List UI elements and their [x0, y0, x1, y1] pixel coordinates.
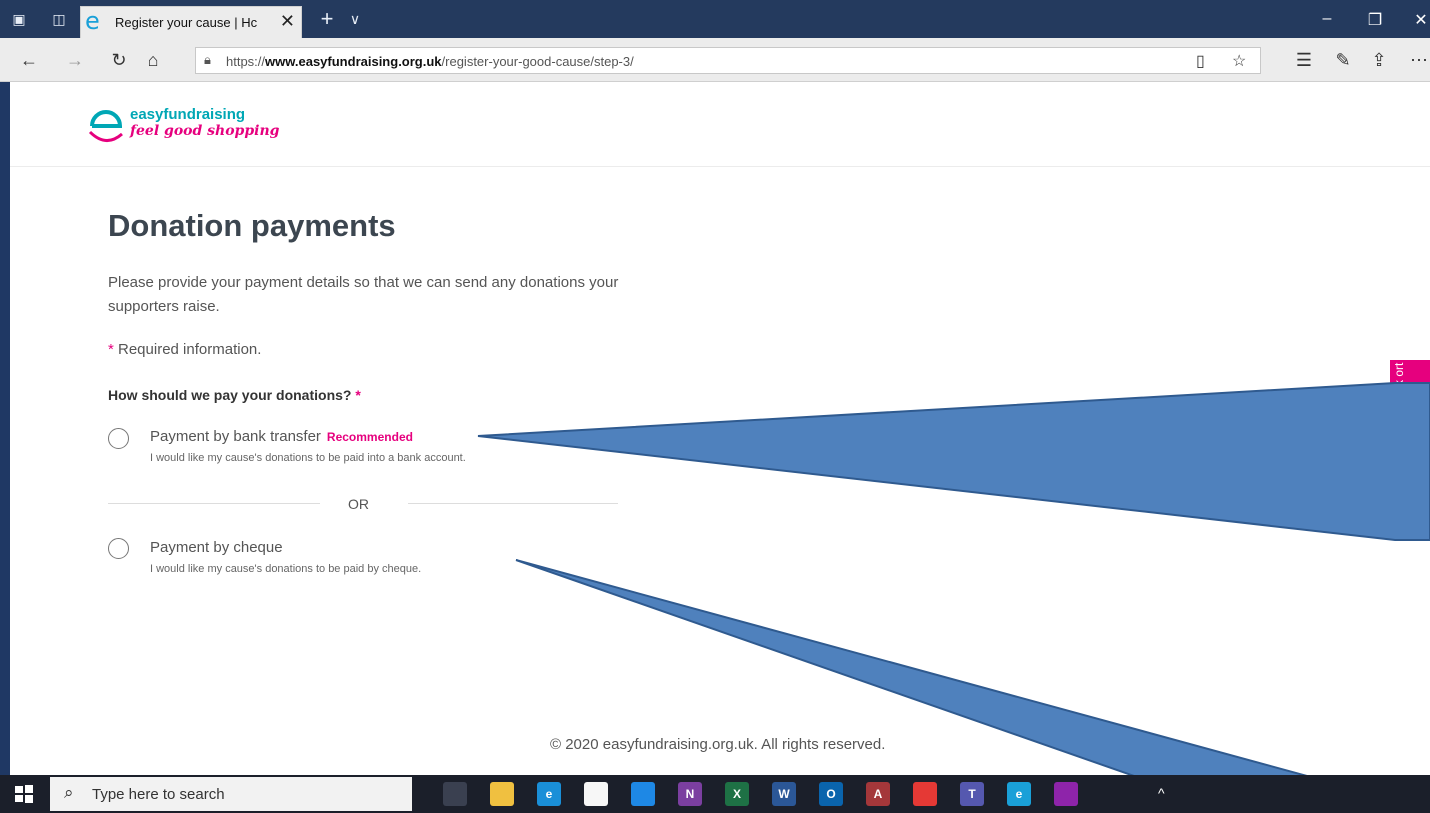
callout-overlay: [477, 382, 1430, 813]
callout-bank-transfer: [477, 382, 1430, 541]
taskbar-app-edge-icon[interactable]: e: [537, 782, 561, 806]
taskbar-app-mail-icon[interactable]: [631, 782, 655, 806]
taskbar-app-outlook-icon[interactable]: O: [819, 782, 843, 806]
search-placeholder: Type here to search: [92, 786, 225, 803]
taskbar-app-app-red-icon[interactable]: [913, 782, 937, 806]
taskbar-app-task-view-icon[interactable]: [443, 782, 467, 806]
taskbar-app-app-drop-icon[interactable]: [1054, 782, 1078, 806]
windows-taskbar: ⌕ Type here to search e NXWOA Te ^: [0, 775, 1430, 813]
taskbar-app-teams-icon[interactable]: T: [960, 782, 984, 806]
windows-start-icon[interactable]: [14, 784, 34, 804]
taskbar-app-access-icon[interactable]: A: [866, 782, 890, 806]
taskbar-app-file-explorer-icon[interactable]: [490, 782, 514, 806]
search-icon: ⌕: [64, 783, 74, 802]
taskbar-search-input[interactable]: ⌕ Type here to search: [50, 777, 412, 811]
tray-chevron-icon[interactable]: ^: [1158, 785, 1165, 801]
taskbar-app-onenote-icon[interactable]: N: [678, 782, 702, 806]
taskbar-app-word-icon[interactable]: W: [772, 782, 796, 806]
taskbar-app-excel-icon[interactable]: X: [725, 782, 749, 806]
taskbar-app-edge-new-icon[interactable]: e: [1007, 782, 1031, 806]
taskbar-app-store-icon[interactable]: [584, 782, 608, 806]
